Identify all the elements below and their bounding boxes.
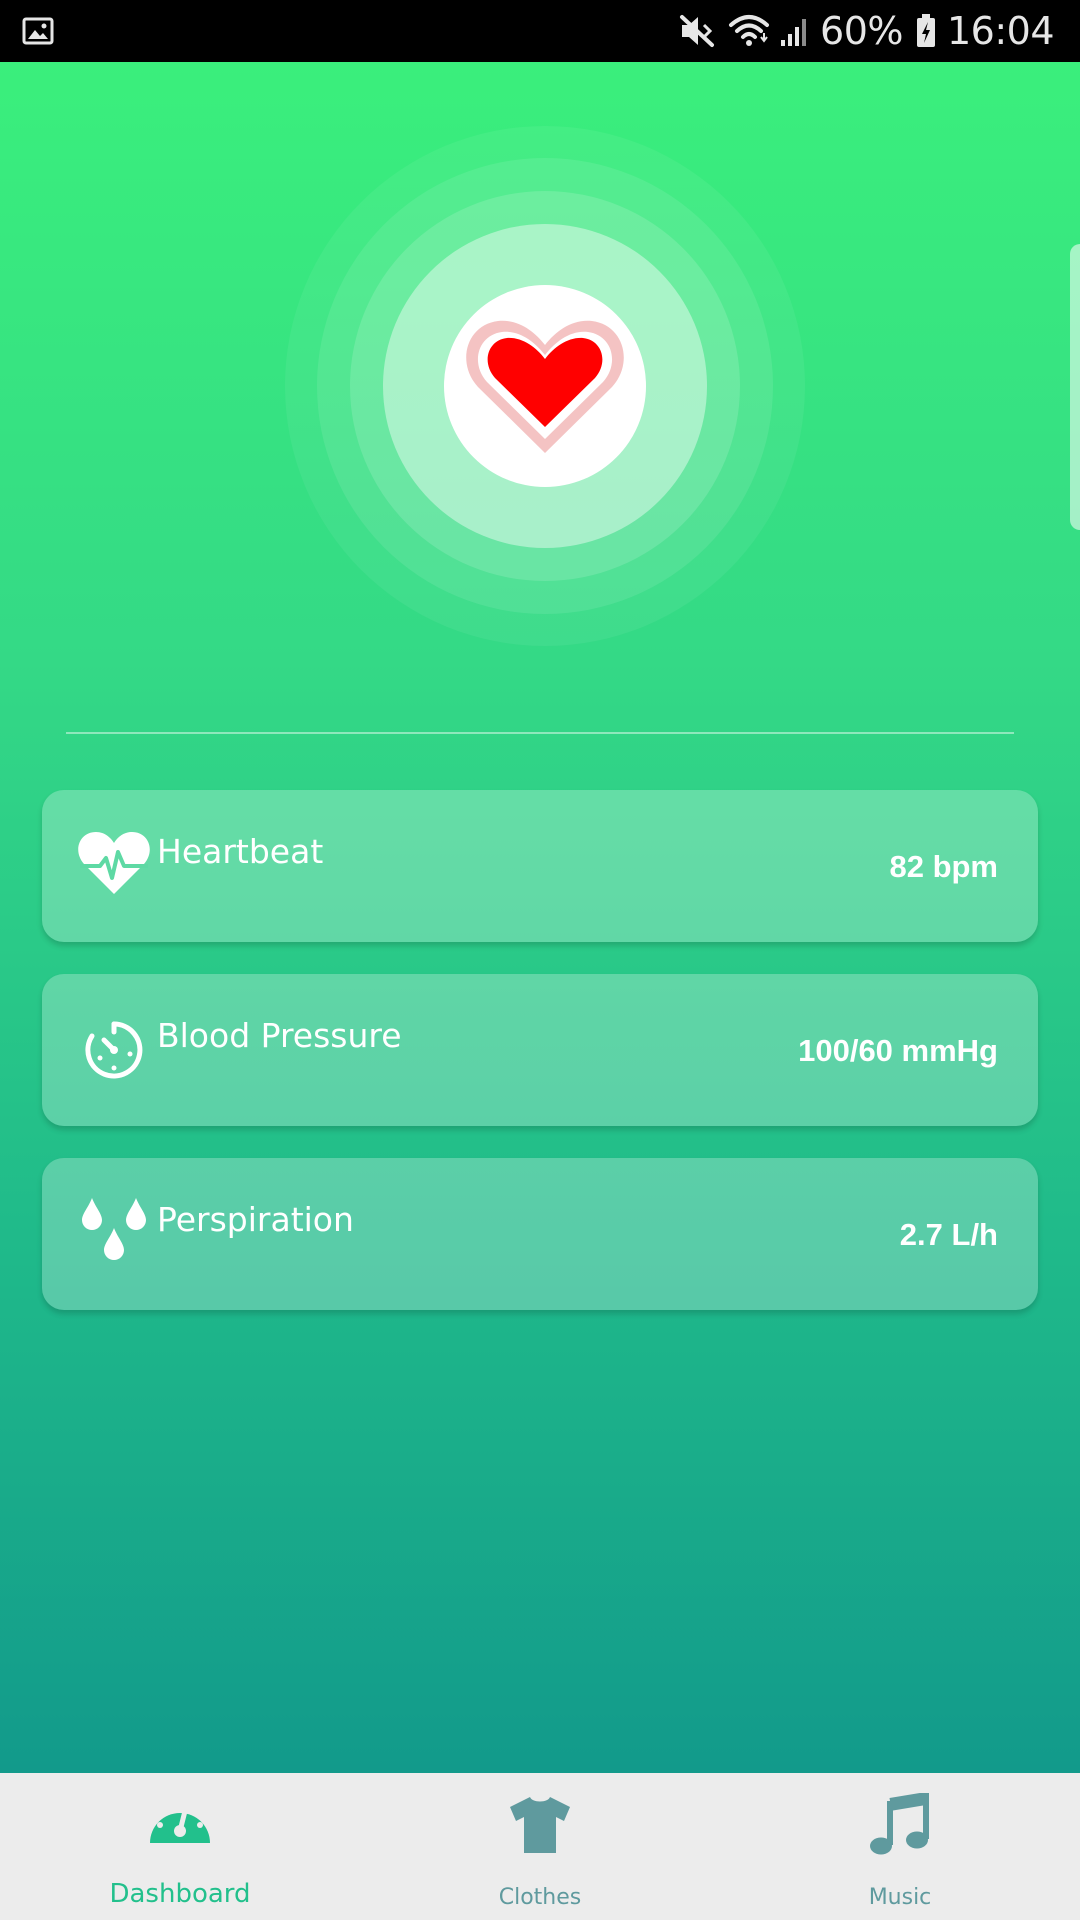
dashboard-view: Heartbeat 82 bpm Blood Pressure 100/60 m… [0,62,1080,1773]
metric-card-blood-pressure[interactable]: Blood Pressure 100/60 mmHg [42,974,1038,1126]
gallery-icon [22,17,54,45]
metric-card-perspiration[interactable]: Perspiration 2.7 L/h [42,1158,1038,1310]
heart-button[interactable] [444,285,646,487]
wifi-icon [729,15,770,46]
battery-percentage: 60% [820,9,903,53]
app-screen: 60% 16:04 Heartbeat 82 bpm Blood Pressur… [0,0,1080,1920]
status-bar: 60% 16:04 [0,0,1080,62]
metric-value: 82 bpm [889,849,998,884]
metric-value: 2.7 L/h [899,1217,998,1252]
gauge-timer-icon [85,1021,143,1079]
status-indicators: 60% 16:04 [678,0,1055,62]
metric-label: Perspiration [157,1200,354,1239]
metric-value: 100/60 mmHg [798,1033,998,1068]
section-divider [66,732,1014,734]
nav-label: Music [868,1885,932,1910]
water-drops-icon [82,1198,146,1260]
tshirt-icon [510,1797,570,1853]
metric-label: Blood Pressure [157,1016,402,1055]
battery-charging-icon [916,14,935,47]
edge-panel-handle[interactable] [1070,244,1080,530]
bottom-navigation: Dashboard Clothes Music [0,1773,1080,1920]
metric-card-heartbeat[interactable]: Heartbeat 82 bpm [42,790,1038,942]
heartbeat-icon [78,832,150,894]
nav-item-music[interactable]: Music [720,1773,1080,1920]
nav-item-dashboard[interactable]: Dashboard [0,1773,360,1920]
speedometer-icon [150,1802,210,1843]
music-note-icon [870,1793,929,1855]
metric-label: Heartbeat [157,832,324,871]
nav-item-clothes[interactable]: Clothes [360,1773,720,1920]
clock: 16:04 [946,9,1055,53]
mute-icon [680,15,715,47]
nav-label: Dashboard [109,1879,251,1909]
heart-icon [466,320,624,453]
nav-label: Clothes [498,1885,582,1910]
signal-icon [781,19,807,46]
